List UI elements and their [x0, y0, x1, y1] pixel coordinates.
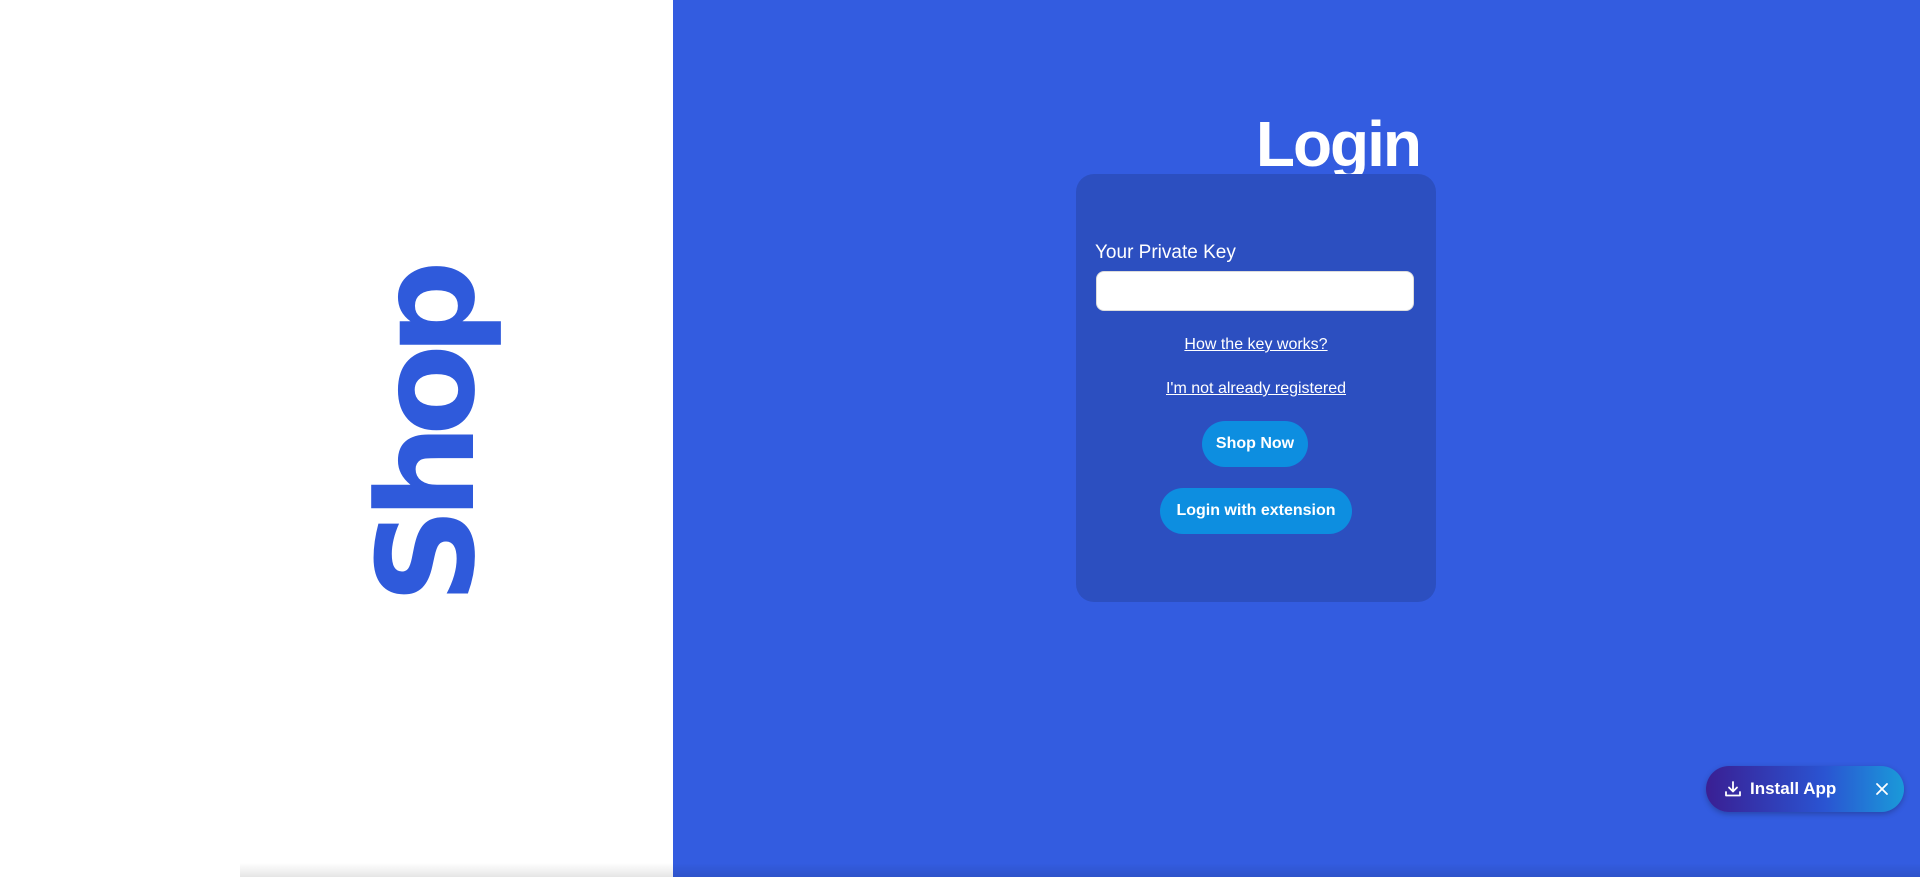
private-key-label: Your Private Key [1095, 242, 1236, 263]
how-key-works-link[interactable]: How the key works? [1076, 336, 1436, 354]
login-page: Shop Now Login Your Private Key How the … [0, 0, 1920, 877]
close-banner-button[interactable] [1872, 779, 1892, 799]
private-key-input[interactable] [1096, 271, 1414, 311]
login-with-extension-button[interactable]: Login with extension [1160, 488, 1352, 534]
login-card: Your Private Key How the key works? I'm … [1076, 174, 1436, 602]
install-app-banner: Install App [1706, 766, 1904, 812]
download-icon [1724, 780, 1742, 798]
close-icon [1872, 779, 1892, 799]
not-registered-link[interactable]: I'm not already registered [1076, 380, 1436, 398]
shop-now-button[interactable]: Shop Now [1202, 421, 1308, 467]
install-app-button[interactable]: Install App [1724, 766, 1836, 812]
install-app-label: Install App [1750, 779, 1837, 798]
page-title: Login [1255, 108, 1422, 180]
hero-word-shop: Shop [349, 272, 505, 604]
hero-word-now: Now [534, 297, 690, 589]
